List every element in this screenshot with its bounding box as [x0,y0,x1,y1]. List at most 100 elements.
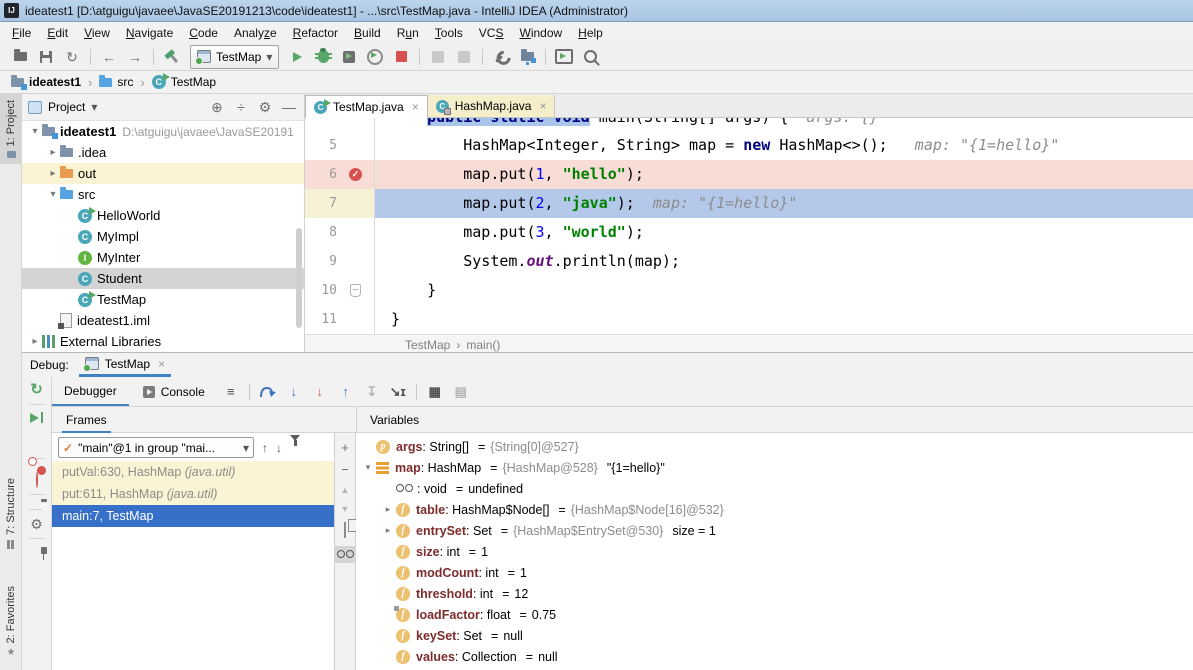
step-out-button[interactable]: ↑ [334,380,358,404]
run-to-cursor-button[interactable]: ↘ɪ [386,380,410,404]
expand-chevron-icon[interactable]: ▾ [360,462,376,473]
editor-gutter[interactable]: 7 [305,189,375,218]
editor-gutter[interactable]: 8 [305,218,375,247]
breadcrumb-src[interactable]: src [96,75,136,89]
tree-chevron-icon[interactable]: ▸ [46,168,60,179]
debug-button[interactable] [311,46,335,68]
code-text[interactable]: } [375,305,1193,334]
menu-build[interactable]: Build [346,24,389,42]
evaluate-expression-button[interactable]: ▦ [423,380,447,404]
frame-row-1[interactable]: put:611, HashMap (java.util) [52,483,334,505]
tree-chevron-icon[interactable]: ▸ [28,336,42,347]
mute-breakpoints-button[interactable] [36,473,38,487]
variable-values[interactable]: fvalues: Collection=null [356,646,1193,667]
code-text[interactable]: System.out.println(map); [375,247,1193,276]
duplicate-watch-button[interactable] [344,523,346,537]
step-over-button[interactable] [256,380,280,404]
tab-console[interactable]: Console [131,377,217,406]
menu-analyze[interactable]: Analyze [226,24,285,42]
attach-debugger-button[interactable] [426,46,450,68]
code-text[interactable]: HashMap<Integer, String> map = new HashM… [375,131,1193,160]
project-structure-button[interactable] [515,46,539,68]
add-watch-button[interactable]: + [341,441,349,454]
editor-gutter[interactable]: 9 [305,247,375,276]
close-icon[interactable]: × [539,99,546,113]
frame-row-2[interactable]: main:7, TestMap [52,505,334,527]
menu-vcs[interactable]: VCS [471,24,512,42]
sidebar-item-structure[interactable]: 7: Structure [0,472,22,555]
previous-frame-button[interactable]: ↑ [262,441,268,455]
debug-settings-button[interactable]: ⚙ [30,517,43,531]
close-icon[interactable]: × [158,357,165,371]
profile-button[interactable] [363,46,387,68]
hide-frames-filter-button[interactable] [290,441,300,455]
dump-threads-button[interactable] [452,46,476,68]
tree-item-ideatest1-iml[interactable]: ideatest1.iml [22,310,304,331]
breadcrumb-testmap[interactable]: CTestMap [149,75,219,89]
tree-chevron-icon[interactable]: ▾ [46,189,60,200]
menu-file[interactable]: File [4,24,39,42]
code-text[interactable]: map.put(1, "hello"); [375,160,1193,189]
variable-threshold[interactable]: fthreshold: int=12 [356,583,1193,604]
fold-marker-icon[interactable]: − [350,284,361,297]
variable-map[interactable]: ▾map: HashMap={HashMap@528}"{1=hello}" [356,457,1193,478]
tree-item-ideatest1[interactable]: ▾ideatest1D:\atguigu\javaee\JavaSE20191 [22,121,304,142]
menu-code[interactable]: Code [181,24,226,42]
variable-loadfactor[interactable]: floadFactor: float=0.75 [356,604,1193,625]
frame-row-0[interactable]: putVal:630, HashMap (java.util) [52,461,334,483]
variables-header[interactable]: Variables [357,407,419,432]
menu-run[interactable]: Run [389,24,427,42]
menu-help[interactable]: Help [570,24,611,42]
debug-session-tab[interactable]: TestMap × [79,354,171,377]
settings-button[interactable] [489,46,513,68]
editor-gutter[interactable] [305,118,375,131]
run-configuration-select[interactable]: TestMap ▾ [190,45,279,69]
clipped-code-line[interactable]: public static void main(String[] args) {… [305,118,1193,131]
sidebar-item-project[interactable]: 1: Project [0,94,22,164]
expand-chevron-icon[interactable]: ▸ [380,504,396,515]
breadcrumb-ideatest1[interactable]: ideatest1 [8,75,84,89]
tree-item-helloworld[interactable]: CHelloWorld [22,205,304,226]
synchronize-button[interactable]: ↻ [60,46,84,68]
tree-chevron-icon[interactable]: ▾ [28,126,42,137]
show-watches-button[interactable] [334,546,356,563]
menu-window[interactable]: Window [511,24,570,42]
code-text[interactable]: map.put(2, "java"); map: "{1=hello}" [375,189,1193,218]
run-with-coverage-button[interactable] [337,46,361,68]
variable-table[interactable]: ▸ftable: HashMap$Node[]={HashMap$Node[16… [356,499,1193,520]
tree-item-myimpl[interactable]: CMyImpl [22,226,304,247]
save-all-button[interactable] [34,46,58,68]
code-text[interactable]: map.put(3, "world"); [375,218,1193,247]
tab-debugger[interactable]: Debugger [52,377,129,406]
tree-item-src[interactable]: ▾src [22,184,304,205]
layout-menu-button[interactable]: ≡ [219,380,243,404]
tree-item-student[interactable]: CStudent [22,268,304,289]
close-icon[interactable]: × [412,100,419,114]
run-anything-button[interactable] [552,46,576,68]
expand-chevron-icon[interactable]: ▸ [380,525,396,536]
editor-gutter[interactable]: 11 [305,305,375,334]
editor-gutter[interactable]: 6✓ [305,160,375,189]
chevron-down-icon[interactable]: ▾ [91,100,97,114]
hide-panel-button[interactable]: — [280,99,298,115]
project-panel-title[interactable]: Project [48,100,85,114]
breadcrumb-method[interactable]: main() [466,338,500,352]
search-everywhere-button[interactable] [578,46,602,68]
build-project-button[interactable] [160,46,184,68]
open-file-button[interactable] [8,46,32,68]
breadcrumb-class[interactable]: TestMap [405,338,450,352]
breakpoint-icon[interactable]: ✓ [349,168,362,181]
variable-entryset[interactable]: ▸fentrySet: Set={HashMap$EntrySet@530}si… [356,520,1193,541]
editor-gutter[interactable]: 5 [305,131,375,160]
variable-return-value[interactable]: : void=undefined [356,478,1193,499]
move-watch-up-button[interactable]: ▲ [341,485,350,495]
variable-args[interactable]: pargs: String[]={String[0]@527} [356,436,1193,457]
tree-item-testmap[interactable]: CTestMap [22,289,304,310]
trace-stream-button[interactable]: ▤ [449,380,473,404]
menu-tools[interactable]: Tools [427,24,471,42]
drop-frame-button[interactable]: ↧ [360,380,384,404]
code-text[interactable]: public static void main(String[] args) {… [375,118,1193,131]
forward-button[interactable]: → [123,46,147,68]
thread-select[interactable]: ✓ "main"@1 in group "mai... ▾ [58,437,254,458]
run-button[interactable] [285,46,309,68]
